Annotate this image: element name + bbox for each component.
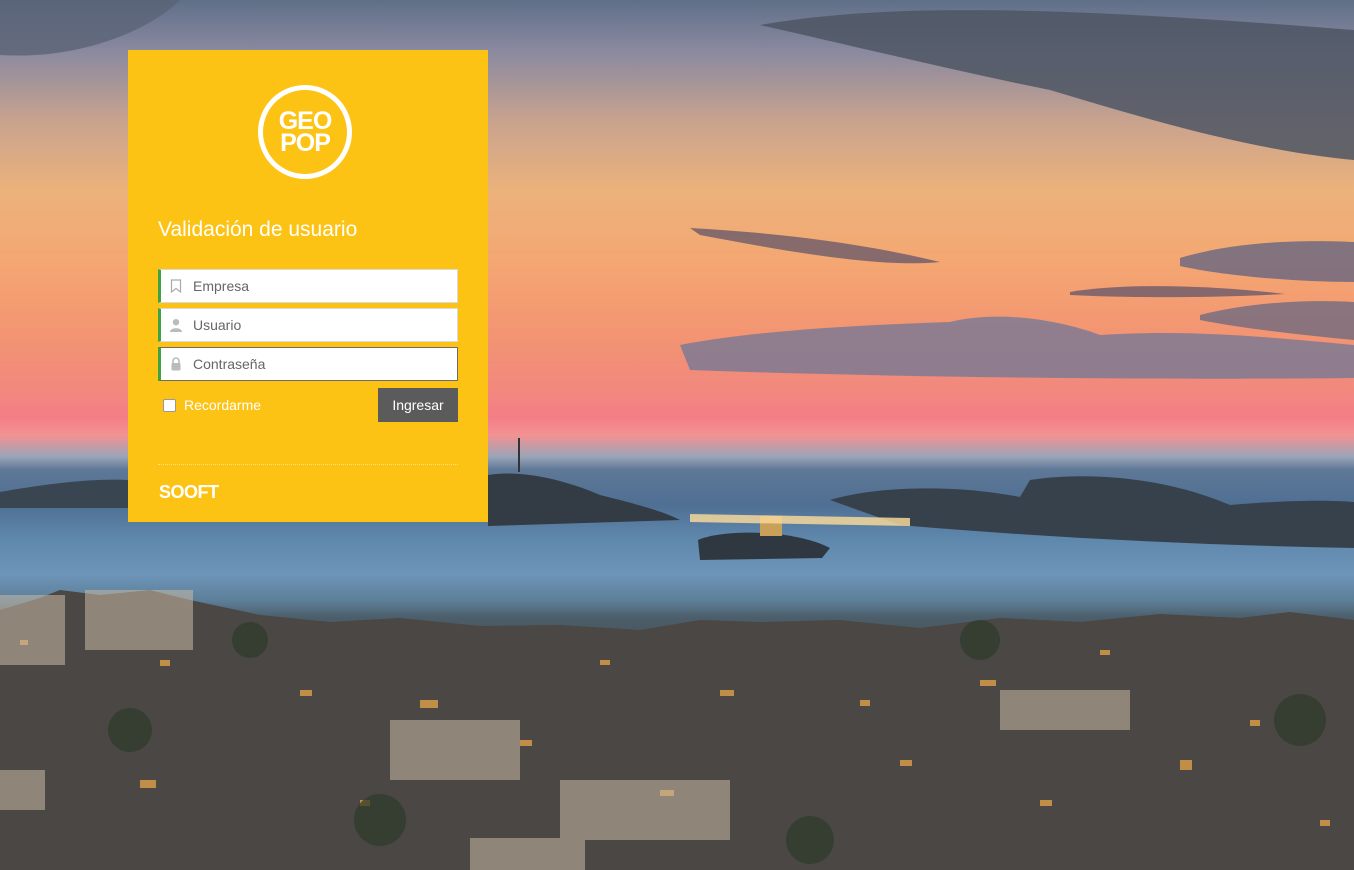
login-button[interactable]: Ingresar xyxy=(378,388,458,422)
remember-checkbox[interactable] xyxy=(163,398,176,412)
password-input[interactable] xyxy=(191,349,457,379)
footer-divider xyxy=(158,464,458,465)
user-icon xyxy=(161,309,191,341)
login-card: GEO POP Validación de usuario Recordarme… xyxy=(128,50,488,522)
user-field xyxy=(158,308,458,342)
bookmark-icon xyxy=(161,270,191,302)
logo-line-2: POP xyxy=(280,129,331,157)
remember-label: Recordarme xyxy=(184,397,262,413)
geopop-logo: GEO POP xyxy=(258,85,352,179)
company-input[interactable] xyxy=(191,271,457,301)
remember-me[interactable]: Recordarme xyxy=(163,397,261,413)
form-title: Validación de usuario xyxy=(158,218,358,241)
user-input[interactable] xyxy=(191,310,457,340)
lock-icon xyxy=(161,348,191,380)
company-field xyxy=(158,269,458,303)
password-field xyxy=(158,347,458,381)
sooft-logo: SOOFT xyxy=(159,482,219,502)
